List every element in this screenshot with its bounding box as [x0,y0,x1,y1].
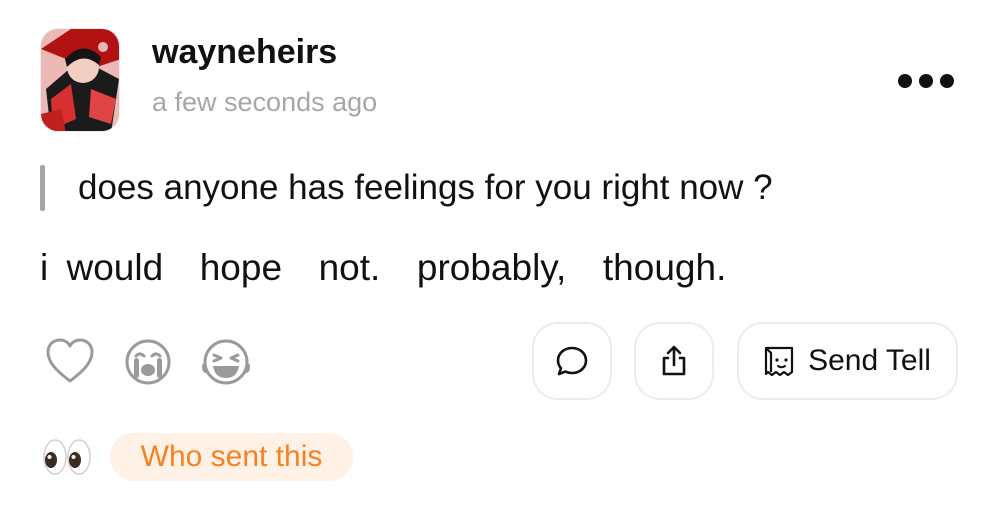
username[interactable]: wayneheirs [152,30,337,74]
avatar[interactable] [40,28,120,132]
question-block: does anyone has feelings for you right n… [40,164,773,212]
more-dot [940,74,954,88]
more-options-button[interactable] [898,66,954,96]
laughing-face-icon[interactable] [200,336,252,388]
more-dot [919,74,933,88]
eyes-emoji-icon [42,436,92,478]
tell-bag-icon [764,346,794,377]
send-tell-button[interactable]: Send Tell [737,322,958,400]
quote-bar [40,165,45,211]
comment-button[interactable] [532,322,612,400]
comment-bubble-icon [556,346,588,376]
timestamp: a few seconds ago [152,87,378,117]
share-icon [662,345,686,376]
who-sent-this-label: Who sent this [140,440,323,473]
crying-face-icon[interactable] [122,336,174,388]
avatar-image [41,29,119,131]
who-sent-this-button[interactable]: Who sent this [110,433,353,481]
more-dot [898,74,912,88]
send-tell-label: Send Tell [808,344,931,377]
heart-icon[interactable] [44,336,96,388]
share-button[interactable] [634,322,714,400]
question-text: does anyone has feelings for you right n… [78,168,773,207]
answer-text: i would hope not. probably, though. [40,247,727,288]
